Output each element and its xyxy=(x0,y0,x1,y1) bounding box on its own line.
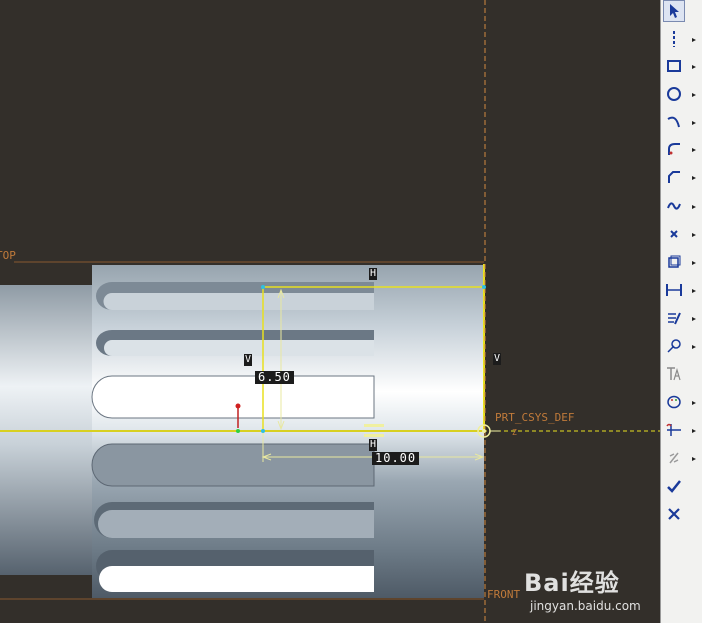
constraint-horizontal-bottom[interactable]: H xyxy=(369,439,378,451)
flyout-arrow-icon[interactable] xyxy=(691,120,697,126)
dimension-height-value[interactable]: 6.50 xyxy=(255,371,294,384)
trim-icon[interactable] xyxy=(663,419,685,441)
flyout-arrow-icon[interactable] xyxy=(691,456,697,462)
sketch-vertex[interactable] xyxy=(482,285,486,289)
centerline-icon[interactable] xyxy=(663,28,685,50)
sketcher-toolbar xyxy=(660,0,702,623)
constraint-icon[interactable] xyxy=(663,335,685,357)
flyout-arrow-icon[interactable] xyxy=(691,175,697,181)
sketch-vertex[interactable] xyxy=(236,429,240,433)
flyout-arrow-icon[interactable] xyxy=(691,37,697,43)
watermark-url: jingyan.baidu.com xyxy=(530,599,641,613)
constraint-vertical-right[interactable]: V xyxy=(493,353,502,365)
modify-icon[interactable] xyxy=(663,307,685,329)
select-arrow-icon[interactable] xyxy=(663,0,685,22)
accept-check-icon[interactable] xyxy=(663,475,685,497)
csys-label: PRT_CSYS_DEF xyxy=(495,411,575,424)
constraint-horizontal-top[interactable]: H xyxy=(369,268,378,280)
model-viewport[interactable]: TOP FRONT PRT_CSYS_DEF Z H V V H 6.50 10… xyxy=(0,0,660,623)
flyout-arrow-icon[interactable] xyxy=(691,260,697,266)
constraint-vertical-left[interactable]: V xyxy=(244,354,253,366)
circle-icon[interactable] xyxy=(663,83,685,105)
offset-edge-icon[interactable] xyxy=(663,251,685,273)
sketch-vertex[interactable] xyxy=(261,285,265,289)
flyout-arrow-icon[interactable] xyxy=(691,64,697,70)
datum-top-label: TOP xyxy=(0,249,16,262)
viewport-canvas[interactable] xyxy=(0,0,660,623)
mirror-icon[interactable] xyxy=(663,447,685,469)
flyout-arrow-icon[interactable] xyxy=(691,316,697,322)
flyout-arrow-icon[interactable] xyxy=(691,288,697,294)
rectangle-icon[interactable] xyxy=(663,55,685,77)
constraint-mark xyxy=(364,424,384,427)
flyout-arrow-icon[interactable] xyxy=(691,92,697,98)
flyout-arrow-icon[interactable] xyxy=(691,428,697,434)
constraint-mark xyxy=(364,434,384,437)
dimension-width-value[interactable]: 10.00 xyxy=(372,452,420,465)
csys-axis-marker: Z xyxy=(512,428,517,437)
chamfer-icon[interactable] xyxy=(663,166,685,188)
cancel-x-icon[interactable] xyxy=(663,503,685,525)
fillet-icon[interactable] xyxy=(663,138,685,160)
palette-icon[interactable] xyxy=(663,391,685,413)
point-icon[interactable] xyxy=(663,223,685,245)
arc-icon[interactable] xyxy=(663,111,685,133)
baidu-watermark: Bai经验 jingyan.baidu.com xyxy=(524,561,694,619)
watermark-brand: Bai经验 xyxy=(524,569,620,597)
flyout-arrow-icon[interactable] xyxy=(691,147,697,153)
datum-front-label: FRONT xyxy=(487,588,521,601)
flyout-arrow-icon[interactable] xyxy=(691,204,697,210)
spline-icon[interactable] xyxy=(663,195,685,217)
flyout-arrow-icon[interactable] xyxy=(691,344,697,350)
dimension-icon[interactable] xyxy=(663,279,685,301)
sketch-vertex[interactable] xyxy=(261,429,265,433)
text-icon[interactable] xyxy=(663,363,685,385)
flyout-arrow-icon[interactable] xyxy=(691,400,697,406)
flyout-arrow-icon[interactable] xyxy=(691,232,697,238)
